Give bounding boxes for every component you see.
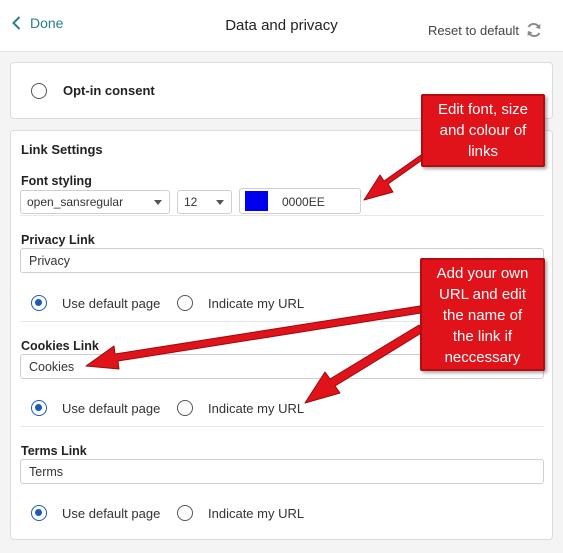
callout-font-line: Edit font, size — [437, 101, 529, 118]
data-privacy-panel: Done Data and privacy Reset to default O… — [0, 0, 563, 553]
callout-font-line: links — [467, 143, 498, 160]
callout-url-line: neccessary — [444, 349, 521, 366]
callout-url-line: the name of — [442, 307, 523, 324]
divider — [20, 426, 544, 427]
callout-url-note: Add your own URL and edit the name of th… — [420, 258, 545, 371]
callout-font-line: and colour of — [439, 122, 527, 139]
cookies-use-default-label: Use default page — [62, 401, 161, 416]
link-color-picker[interactable]: 0000EE — [239, 188, 361, 214]
callout-url-line: Add your own — [436, 265, 529, 282]
callout-url-line: the link if — [452, 328, 513, 345]
terms-use-default-radio[interactable] — [31, 505, 47, 521]
cookies-link-label: Cookies Link — [21, 339, 99, 353]
chevron-down-icon — [216, 200, 224, 205]
privacy-indicate-url-label: Indicate my URL — [208, 296, 305, 311]
chevron-down-icon — [154, 200, 162, 205]
font-family-value: open_sansregular — [27, 195, 124, 209]
privacy-link-value: Privacy — [29, 254, 70, 268]
terms-link-input[interactable]: Terms — [20, 459, 544, 484]
color-hex-value: 0000EE — [282, 195, 325, 209]
terms-link-label: Terms Link — [21, 444, 87, 458]
terms-indicate-url-radio[interactable] — [177, 505, 193, 521]
privacy-use-default-radio[interactable] — [31, 295, 47, 311]
privacy-link-label: Privacy Link — [21, 233, 95, 247]
font-size-value: 12 — [184, 195, 198, 209]
font-size-select[interactable]: 12 — [177, 190, 232, 214]
optin-consent-label: Opt-in consent — [63, 83, 155, 98]
color-swatch[interactable] — [245, 191, 268, 211]
cookies-indicate-url-label: Indicate my URL — [208, 401, 305, 416]
callout-font-note: Edit font, size and colour of links — [421, 94, 545, 167]
divider — [20, 215, 544, 216]
callout-url-line: URL and edit — [439, 286, 526, 303]
cookies-link-value: Cookies — [29, 360, 75, 374]
terms-link-value: Terms — [29, 465, 64, 479]
refresh-icon — [527, 23, 541, 37]
reset-label: Reset to default — [427, 22, 519, 38]
link-settings-title: Link Settings — [21, 142, 103, 157]
privacy-indicate-url-radio[interactable] — [177, 295, 193, 311]
header-bar: Done Data and privacy Reset to default — [0, 0, 563, 52]
cookies-use-default-radio[interactable] — [31, 400, 47, 416]
terms-use-default-label: Use default page — [62, 506, 161, 521]
optin-consent-radio[interactable] — [31, 83, 47, 99]
reset-to-default-button[interactable]: Reset to default — [428, 21, 543, 39]
cookies-indicate-url-radio[interactable] — [177, 400, 193, 416]
font-family-select[interactable]: open_sansregular — [20, 190, 170, 214]
privacy-use-default-label: Use default page — [62, 296, 161, 311]
font-styling-label: Font styling — [21, 174, 92, 188]
terms-indicate-url-label: Indicate my URL — [208, 506, 305, 521]
